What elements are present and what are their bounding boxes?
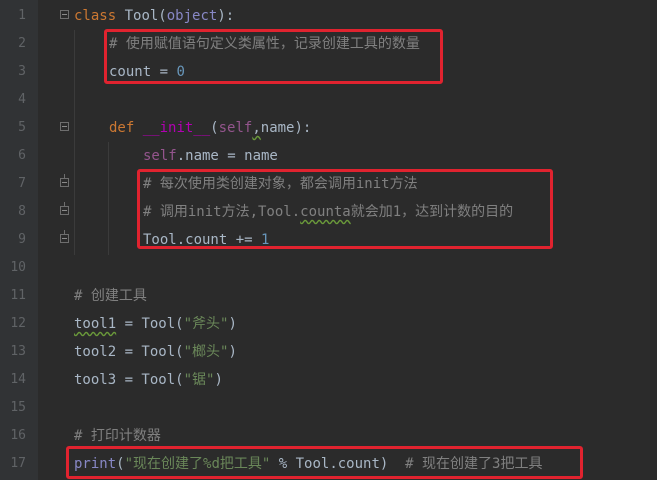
code-line[interactable]: 13 tool2 = Tool("榔头") xyxy=(0,338,657,366)
highlight-box-init-counter xyxy=(137,169,553,249)
line-number: 11 xyxy=(10,288,26,303)
code-line[interactable]: 15 xyxy=(0,394,657,422)
code-editor[interactable]: 1 class Tool(object): 2 # 使用赋值语句定义类属性，记录… xyxy=(0,0,657,480)
code-line[interactable]: 4 xyxy=(0,86,657,114)
code-line[interactable]: 12 tool1 = Tool("斧头") xyxy=(0,310,657,338)
highlight-box-class-attribute xyxy=(104,29,443,84)
line-number: 17 xyxy=(10,456,26,471)
line-number: 5 xyxy=(18,120,26,135)
line-number: 16 xyxy=(10,428,26,443)
code-line[interactable]: 10 xyxy=(0,254,657,282)
code-text: self.name = name xyxy=(143,148,278,164)
line-number: 14 xyxy=(10,372,26,387)
line-number: 7 xyxy=(18,176,26,191)
line-number: 1 xyxy=(18,8,26,23)
line-number: 15 xyxy=(10,400,26,415)
line-number: 10 xyxy=(10,260,26,275)
line-number: 3 xyxy=(18,64,26,79)
code-line[interactable]: 11 # 创建工具 xyxy=(0,282,657,310)
line-number: 12 xyxy=(10,316,26,331)
code-text: class Tool(object): xyxy=(74,8,235,24)
code-line[interactable]: 5 def __init__(self,name): xyxy=(0,114,657,142)
line-number: 2 xyxy=(18,36,26,51)
line-number: 9 xyxy=(18,232,26,247)
code-text: tool2 = Tool("榔头") xyxy=(74,344,237,360)
code-text: tool1 = Tool("斧头") xyxy=(74,316,237,332)
line-number: 13 xyxy=(10,344,26,359)
code-text: tool3 = Tool("锯") xyxy=(74,372,223,388)
line-number: 8 xyxy=(18,204,26,219)
code-line[interactable]: 1 class Tool(object): xyxy=(0,2,657,30)
code-text: def __init__(self,name): xyxy=(109,120,312,136)
line-number: 4 xyxy=(18,92,26,107)
code-comment: # 创建工具 xyxy=(74,288,147,304)
code-line[interactable]: 14 tool3 = Tool("锯") xyxy=(0,366,657,394)
code-line[interactable]: 6 self.name = name xyxy=(0,142,657,170)
line-number: 6 xyxy=(18,148,26,163)
highlight-box-print-count xyxy=(66,446,583,479)
